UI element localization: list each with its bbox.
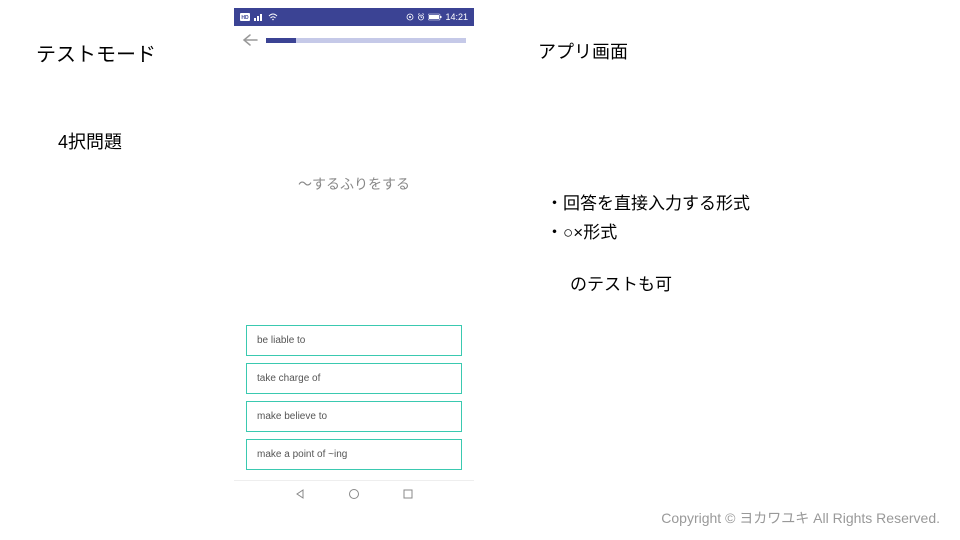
progress-bar bbox=[266, 38, 466, 43]
copyright-text: Copyright © ヨカワユキ All Rights Reserved. bbox=[661, 508, 940, 528]
choice-list: be liable to take charge of make believe… bbox=[234, 319, 474, 480]
choice-option[interactable]: make believe to bbox=[246, 401, 462, 432]
hd-icon: HD bbox=[240, 13, 250, 21]
back-button[interactable] bbox=[242, 33, 258, 47]
choice-option[interactable]: make a point of ~ing bbox=[246, 439, 462, 470]
phone-mock: HD 14:21 〜するふりをする be liable to take char… bbox=[234, 8, 474, 506]
status-left-icons: HD bbox=[240, 13, 278, 21]
label-test-mode: テストモード bbox=[36, 38, 156, 67]
signal-icon bbox=[254, 13, 264, 21]
bullet-list: ・回答を直接入力する形式 ・○×形式 bbox=[546, 190, 750, 248]
nav-back-button[interactable] bbox=[294, 488, 306, 500]
battery-icon bbox=[428, 13, 442, 21]
alarm-icon bbox=[417, 13, 425, 21]
question-area: 〜するふりをする be liable to take charge of mak… bbox=[234, 54, 474, 480]
app-bar bbox=[234, 26, 474, 54]
status-time: 14:21 bbox=[445, 12, 468, 22]
choice-option[interactable]: be liable to bbox=[246, 325, 462, 356]
circle-home-icon bbox=[348, 488, 360, 500]
arrow-left-icon bbox=[242, 33, 258, 47]
status-bar: HD 14:21 bbox=[234, 8, 474, 26]
label-four-choice: 4択問題 bbox=[58, 128, 122, 154]
square-recent-icon bbox=[402, 488, 414, 500]
label-app-screen: アプリ画面 bbox=[538, 38, 628, 64]
bullet-item-2: ・○×形式 bbox=[546, 219, 750, 248]
bullet-item-1: ・回答を直接入力する形式 bbox=[546, 190, 750, 219]
svg-text:HD: HD bbox=[241, 15, 249, 21]
triangle-back-icon bbox=[294, 488, 306, 500]
nav-bar bbox=[234, 480, 474, 506]
nav-home-button[interactable] bbox=[348, 488, 360, 500]
status-right-icons: 14:21 bbox=[406, 12, 468, 22]
question-text: 〜するふりをする bbox=[234, 174, 474, 194]
progress-fill bbox=[266, 38, 296, 43]
bullet-followup: のテストも可 bbox=[570, 270, 672, 295]
wifi-icon bbox=[268, 13, 278, 21]
nav-recent-button[interactable] bbox=[402, 488, 414, 500]
settings-icon bbox=[406, 13, 414, 21]
choice-option[interactable]: take charge of bbox=[246, 363, 462, 394]
